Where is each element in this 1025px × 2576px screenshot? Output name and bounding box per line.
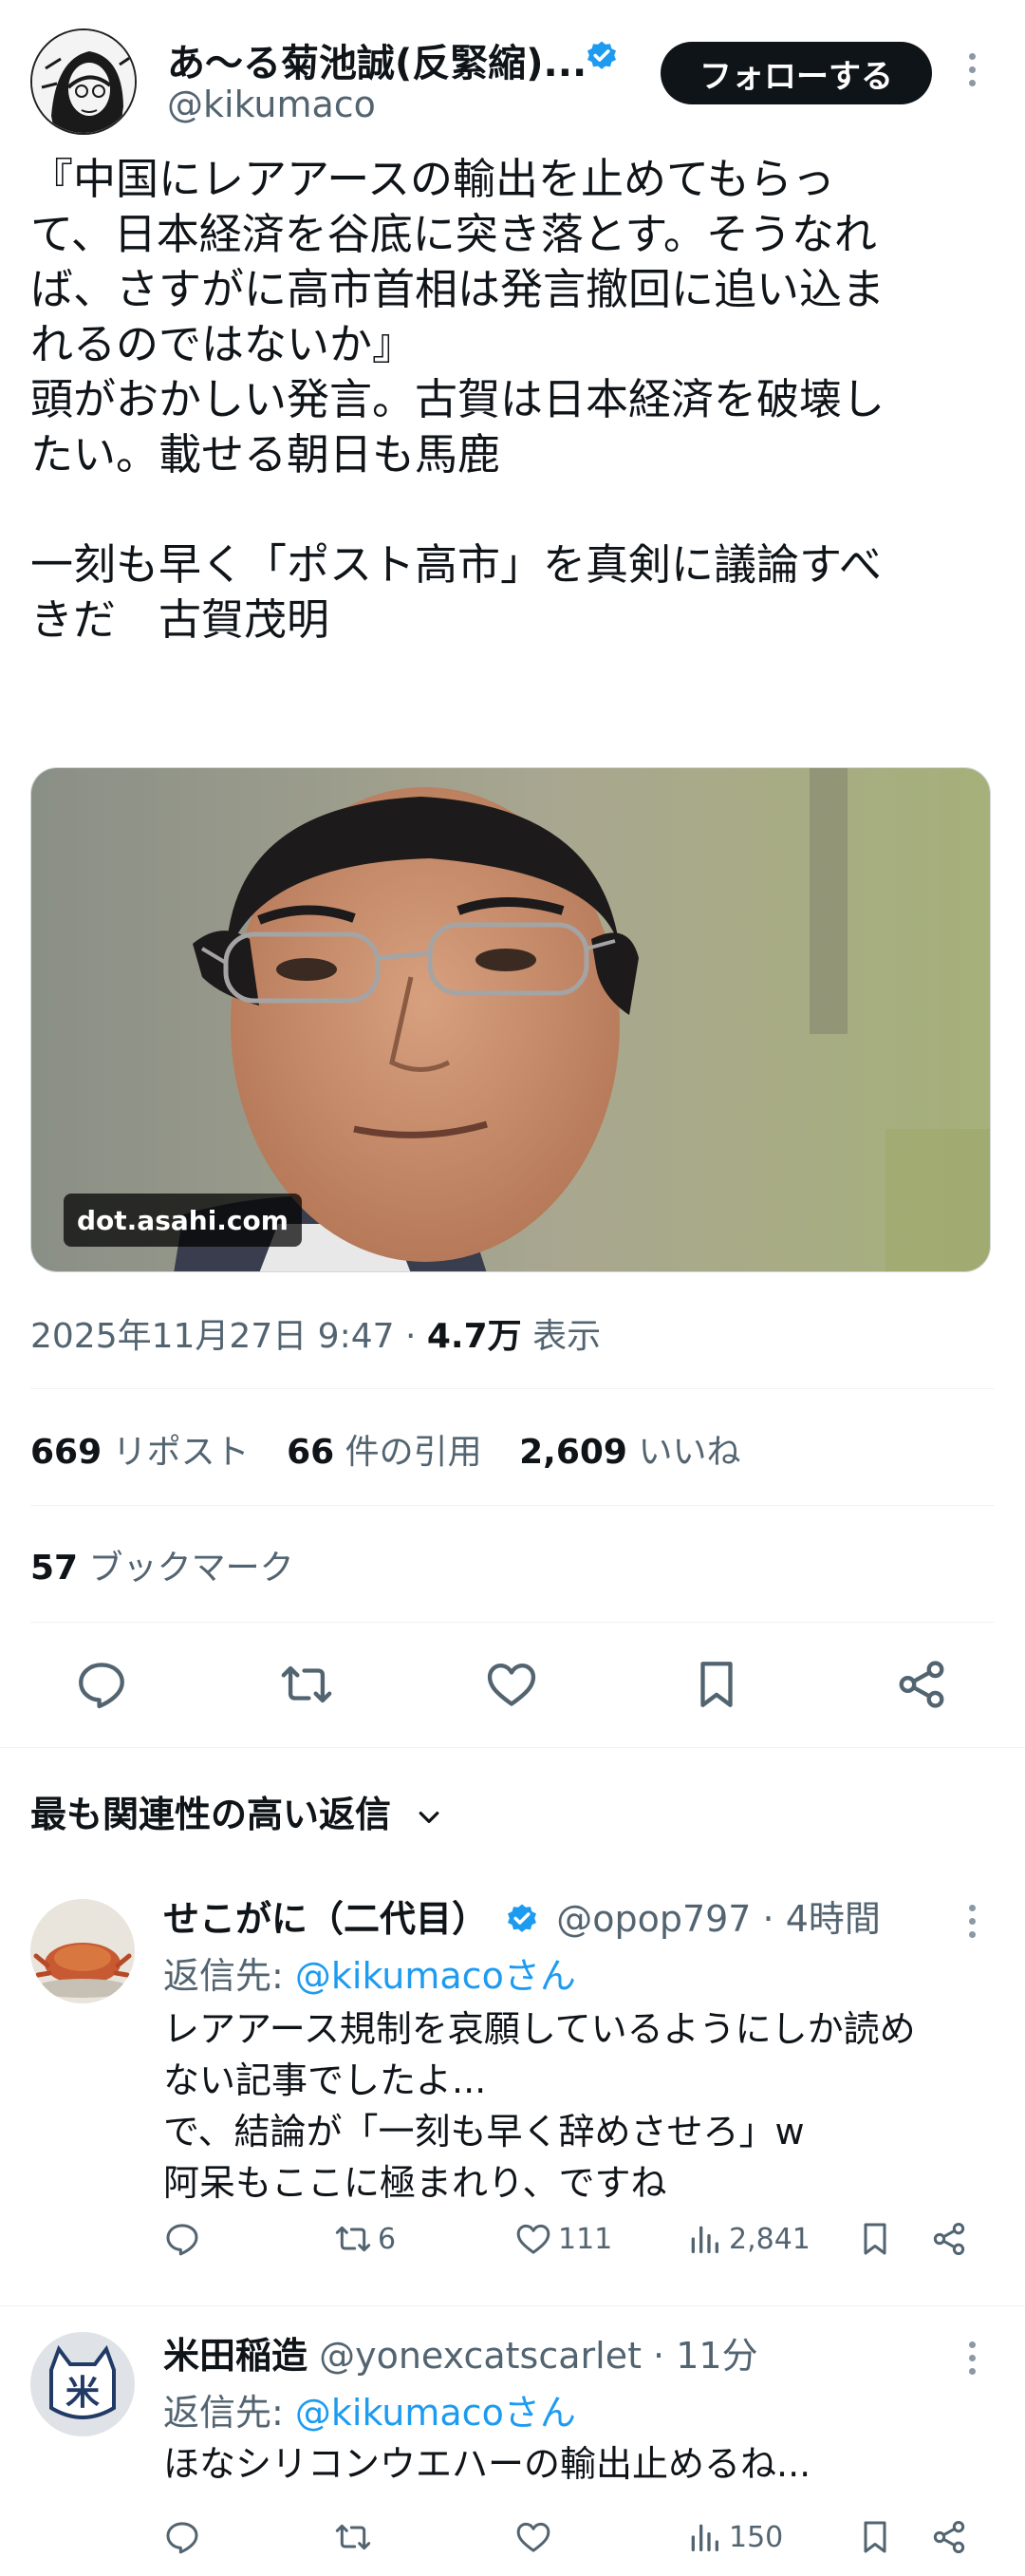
engagement-stats: 669 リポスト 66 件の引用 2,609 いいね [30, 1424, 767, 1474]
reply-icon[interactable] [163, 2509, 207, 2566]
like-icon [516, 2522, 550, 2552]
analytics-icon [691, 2226, 718, 2253]
reply-sort-selector[interactable]: 最も関連性の高い返信 [30, 1785, 443, 1837]
reply-author-name[interactable]: せこがに（二代目） [163, 1898, 488, 1940]
reply-avatar[interactable] [30, 1899, 135, 2003]
analytics-icon [691, 2524, 718, 2551]
tweet-line: たい。載せる朝日も馬鹿 [30, 429, 501, 479]
reply-author-name[interactable]: 米田稲造 [163, 2335, 308, 2377]
like-button[interactable]: 111 [514, 2210, 612, 2267]
media-source-label: dot.asahi.com [64, 1194, 302, 1247]
author-handle[interactable]: @kikumaco [167, 84, 376, 125]
bookmark-icon[interactable] [856, 2509, 900, 2566]
media-card[interactable]: dot.asahi.com [30, 767, 991, 1272]
tweet-text: 『中国にレアアースの輸出を止めてもらっ て、日本経済を谷底に突き落とす。そうなれ… [30, 152, 998, 648]
reposts-stat[interactable]: 669 リポスト [30, 1433, 250, 1472]
reply-icon[interactable] [74, 1657, 129, 1712]
tweet-line: 『中国にレアアースの輸出を止めてもらっ [30, 154, 835, 204]
tweet-header: あ〜る菊池誠(反緊縮)... @kikumaco フォローする [0, 0, 1025, 142]
repost-button[interactable] [334, 2509, 378, 2566]
reply-item[interactable]: 米 米田稲造 @yonexcatscarlet · 11分 返信先: @kiku… [0, 2317, 1025, 2576]
reply-to-line: 返信先: @kikumacoさん [163, 1955, 576, 1997]
bookmarks-stat[interactable]: 57 ブックマーク [30, 1540, 294, 1589]
more-options-icon[interactable] [962, 53, 981, 101]
view-count: 150 [729, 2520, 784, 2554]
repost-icon [335, 2226, 371, 2252]
reply-icon[interactable] [163, 2210, 207, 2267]
mention-link[interactable]: @kikumacoさん [295, 2392, 576, 2434]
more-options-icon[interactable] [962, 2341, 981, 2389]
reply-author-handle[interactable]: @yonexcatscarlet · 11分 [319, 2335, 757, 2377]
reply-text: ほなシリコンウエハーの輸出止めるね... [163, 2443, 811, 2485]
view-count: 2,841 [729, 2222, 811, 2256]
tweet-line: ば、さすがに高市首相は発言撤回に追い込ま [30, 264, 885, 314]
share-icon[interactable] [930, 2509, 974, 2566]
reply-header: せこがに（二代目） @opop797 · 4時間 [163, 1890, 881, 1942]
like-icon[interactable] [484, 1657, 539, 1712]
share-icon[interactable] [894, 1657, 949, 1712]
repost-count: 6 [378, 2222, 397, 2256]
views-count: 4.7万 [426, 1317, 522, 1356]
reply-author-handle[interactable]: @opop797 · 4時間 [556, 1898, 881, 1940]
tweet-line: 一刻も早く「ポスト高市」を真剣に議論すべ [30, 539, 882, 590]
views-button[interactable]: 2,841 [685, 2210, 811, 2267]
repost-icon [335, 2524, 371, 2550]
reply-action-bar: 6 111 2,841 [163, 2210, 998, 2267]
tweet-line: 頭がおかしい発言。古賀は日本経済を破壊し [30, 374, 885, 424]
reply-text: レアアース規制を哀願しているようにしか読め ない記事でしたよ... で、結論が「… [163, 2008, 916, 2204]
repost-icon[interactable] [279, 1657, 334, 1712]
likes-stat[interactable]: 2,609 いいね [519, 1433, 740, 1472]
timestamp[interactable]: 2025年11月27日 9:47 [30, 1317, 395, 1356]
author-name[interactable]: あ〜る菊池誠(反緊縮)... [167, 32, 587, 87]
reply-avatar[interactable]: 米 [30, 2332, 135, 2436]
divider [30, 1622, 995, 1623]
share-icon[interactable] [930, 2210, 974, 2267]
author-avatar[interactable] [30, 28, 137, 135]
tweet-line [30, 482, 998, 537]
like-icon [516, 2224, 550, 2254]
mention-link[interactable]: @kikumacoさん [295, 1955, 576, 1997]
divider [30, 1388, 995, 1389]
quotes-stat[interactable]: 66 件の引用 [287, 1433, 482, 1472]
bookmark-icon[interactable] [689, 1657, 744, 1712]
chevron-down-icon [419, 1811, 439, 1823]
reply-sort-label: 最も関連性の高い返信 [30, 1794, 392, 1835]
reply-action-bar: 150 [163, 2509, 998, 2566]
repost-button[interactable]: 6 [334, 2210, 396, 2267]
action-bar [0, 1647, 1025, 1723]
verified-badge-icon [508, 1904, 537, 1932]
divider [0, 1747, 1025, 1748]
more-options-icon[interactable] [962, 1905, 981, 1952]
like-button[interactable] [514, 2509, 558, 2566]
svg-text:米: 米 [65, 2374, 100, 2413]
tweet-line: れるのではないか』 [30, 319, 416, 369]
views-label: 表示 [532, 1317, 602, 1356]
verified-badge-icon [587, 41, 616, 69]
follow-button[interactable]: フォローする [661, 42, 932, 104]
tweet-line: て、日本経済を谷底に突き落とす。そうなれ [30, 209, 877, 259]
tweet-meta: 2025年11月27日 9:47 · 4.7万 表示 [30, 1317, 602, 1356]
divider [30, 1505, 995, 1506]
like-count: 111 [558, 2222, 613, 2256]
reply-to-line: 返信先: @kikumacoさん [163, 2392, 576, 2434]
bookmark-icon[interactable] [856, 2210, 900, 2267]
tweet-line: きだ 古賀茂明 [30, 594, 330, 645]
divider [0, 2305, 1025, 2306]
views-button[interactable]: 150 [685, 2509, 783, 2566]
reply-item[interactable]: せこがに（二代目） @opop797 · 4時間 返信先: @kikumacoさ… [0, 1880, 1025, 2298]
reply-header: 米田稲造 @yonexcatscarlet · 11分 [163, 2326, 758, 2379]
